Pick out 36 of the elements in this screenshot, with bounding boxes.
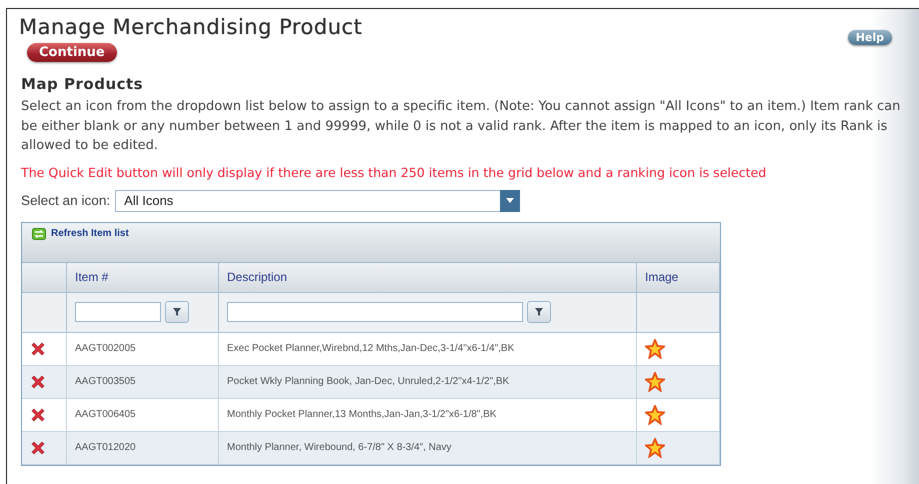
star-icon <box>645 372 665 392</box>
icon-dropdown[interactable]: All Icons <box>115 190 520 212</box>
instructions-text: Select an icon from the dropdown list below to assign to a specific item. (Note: You cannot assign "All Icons" to an item.) Item rank can be either blank or any number between 1 and 99999, while 0 is not a valid rank. After the item is mapped to an icon, only its Rank is allowed to be edited. <box>21 98 902 155</box>
continue-button[interactable]: Continue <box>27 43 117 62</box>
item-filter-field[interactable] <box>75 302 161 322</box>
page-title: Manage Merchandising Product <box>19 15 362 39</box>
column-header: Description <box>219 262 637 292</box>
table-cell: AAGT002005 <box>67 332 219 366</box>
filter-button[interactable] <box>527 301 551 323</box>
table-cell: Monthly Planner, Wirebound, 6-7/8" X 8-3/4", Navy <box>219 432 637 464</box>
table-cell: Pocket Wkly Planning Book, Jan-Dec, Unruled,2-1/2"x4-1/2",BK <box>219 366 637 398</box>
table-cell: Monthly Pocket Planner,13 Months,Jan-Jan,3-1/2"x6-1/8",BK <box>219 398 637 432</box>
table-cell: AAGT003505 <box>67 366 219 398</box>
caret-icon <box>506 198 514 203</box>
delete-icon[interactable] <box>30 440 46 456</box>
delete-icon[interactable] <box>30 340 46 356</box>
section-heading: Map Products <box>21 75 144 93</box>
star-icon <box>645 338 665 358</box>
delete-icon[interactable] <box>30 406 46 422</box>
filter-icon <box>172 307 182 317</box>
refresh-item-list-button[interactable]: Refresh Item list <box>32 228 129 240</box>
column-header: Item # <box>67 262 219 292</box>
description-filter-field[interactable] <box>227 302 523 322</box>
select-label: Select an icon: <box>21 193 110 208</box>
star-icon <box>645 438 665 458</box>
delete-icon[interactable] <box>30 374 46 390</box>
table-cell: AAGT006405 <box>67 398 219 432</box>
table-cell: Exec Pocket Planner,Wirebnd,12 Mths,Jan-Dec,3-1/4"x6-1/4",BK <box>219 332 637 366</box>
table-cell: AAGT012020 <box>67 432 219 464</box>
column-header: Image <box>637 262 720 292</box>
filter-button[interactable] <box>165 301 189 323</box>
filter-icon <box>534 307 544 317</box>
header-cell <box>22 262 67 292</box>
warning-text: The Quick Edit button will only display if there are less than 250 items in the grid below and a ranking icon is selected <box>21 164 768 180</box>
refresh-icon <box>32 228 46 240</box>
star-icon <box>645 404 665 424</box>
